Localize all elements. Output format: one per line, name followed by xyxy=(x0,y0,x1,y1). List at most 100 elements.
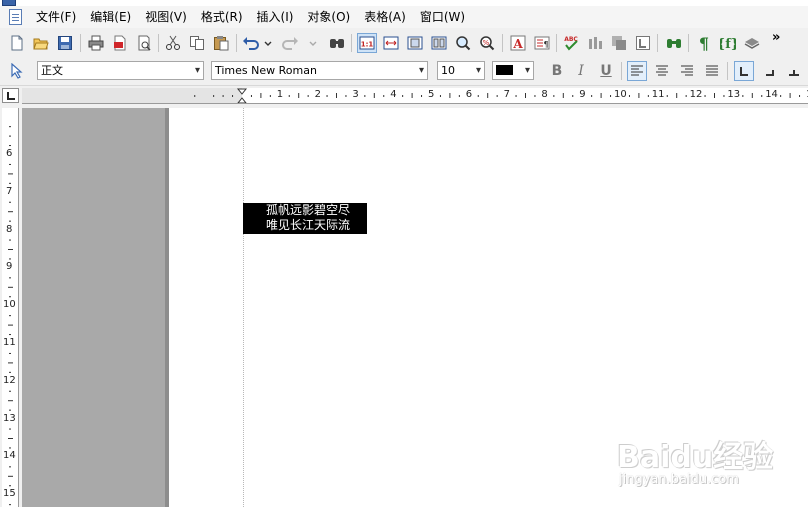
text-frame-icon[interactable] xyxy=(633,33,653,53)
undo-icon[interactable] xyxy=(241,33,273,53)
menu-bar: 文件(F) 编辑(E) 视图(V) 格式(R) 插入(I) 对象(O) 表格(A… xyxy=(0,6,808,28)
bold-button[interactable]: B xyxy=(547,61,567,81)
export-pdf-icon[interactable] xyxy=(110,33,130,53)
svg-text:¶: ¶ xyxy=(543,40,548,49)
paste-icon[interactable] xyxy=(211,33,231,53)
ruler-label: 10 xyxy=(614,89,627,100)
two-page-icon[interactable] xyxy=(429,33,449,53)
chevron-down-icon: ▾ xyxy=(418,65,424,76)
svg-text:¶: ¶ xyxy=(699,35,709,51)
ruler-label: 14 xyxy=(3,450,16,462)
underline-button[interactable]: U xyxy=(596,61,616,81)
vertical-ruler[interactable]: 6 7 8 9 10 11 12 13 14 15 xyxy=(2,108,19,507)
font-family-select[interactable]: Times New Roman ▾ xyxy=(211,61,428,80)
object-icon[interactable] xyxy=(609,33,629,53)
print-preview-icon[interactable] xyxy=(134,33,154,53)
copy-icon[interactable] xyxy=(187,33,207,53)
paragraph-style-select[interactable]: 正文 ▾ xyxy=(37,61,204,80)
text-line: 孤帆远影碧空尽 xyxy=(266,203,351,217)
selected-text-frame[interactable]: 孤帆远影碧空尽 唯见长江天际流 xyxy=(243,203,367,234)
ruler-label: 11 xyxy=(3,337,16,348)
menu-format[interactable]: 格式(R) xyxy=(194,7,250,27)
align-right-button[interactable] xyxy=(677,61,697,81)
watermark-logo: Baidu经验 xyxy=(617,440,774,475)
tab-center-button[interactable] xyxy=(760,61,780,81)
actual-size-icon[interactable]: 1:1 xyxy=(357,33,377,53)
text-color-icon[interactable]: A xyxy=(508,33,528,53)
ruler-label: 14 xyxy=(765,89,778,100)
print-icon[interactable] xyxy=(86,33,106,53)
ruler-label: 10 xyxy=(3,299,16,311)
menu-view[interactable]: 视图(V) xyxy=(138,7,194,27)
indent-marker-icon[interactable] xyxy=(236,88,248,104)
font-color-select[interactable]: ▾ xyxy=(492,61,534,80)
color-swatch xyxy=(496,65,513,75)
ruler-label: 11 xyxy=(651,89,665,100)
ruler-label: 8 xyxy=(541,89,548,100)
ruler-label: 8 xyxy=(6,223,13,235)
menu-object[interactable]: 对象(O) xyxy=(300,7,357,27)
menu-table[interactable]: 表格(A) xyxy=(357,7,413,27)
standard-toolbar: 1:1 % A ¶ ABC ¶ {f} » xyxy=(0,28,808,59)
replace-icon[interactable] xyxy=(664,33,684,53)
align-justify-button[interactable] xyxy=(702,61,722,81)
tab-right-button[interactable] xyxy=(784,61,804,81)
svg-text:A: A xyxy=(512,37,523,51)
redo-icon[interactable] xyxy=(280,33,320,53)
menu-insert[interactable]: 插入(I) xyxy=(250,7,301,27)
field-icon[interactable]: {f} xyxy=(718,33,738,53)
select-pointer-icon[interactable] xyxy=(7,61,27,81)
menu-file[interactable]: 文件(F) xyxy=(29,7,83,27)
ruler-label: 7 xyxy=(6,185,13,197)
single-page-icon[interactable] xyxy=(405,33,425,53)
tab-type-selector[interactable] xyxy=(2,88,19,103)
font-size-select[interactable]: 10 ▾ xyxy=(437,61,485,80)
zoom-percent-icon[interactable]: % xyxy=(477,33,497,53)
column-chart-icon[interactable] xyxy=(585,33,605,53)
ruler-label: 1 xyxy=(276,89,284,100)
ruler-label: 9 xyxy=(6,261,13,273)
text-line: 唯见长江天际流 xyxy=(266,218,351,232)
cut-icon[interactable] xyxy=(163,33,183,53)
svg-text:%: % xyxy=(483,39,490,47)
ruler-label: 5 xyxy=(428,89,435,100)
new-doc-icon[interactable] xyxy=(7,33,27,53)
margin-guide xyxy=(243,108,244,507)
ruler-label: 12 xyxy=(689,89,703,100)
ruler-label: 9 xyxy=(579,89,586,100)
ruler-label: 6 xyxy=(6,148,13,159)
find-icon[interactable] xyxy=(327,33,347,53)
ruler-label: 7 xyxy=(503,89,510,100)
paragraph-icon[interactable]: ¶ xyxy=(532,33,552,53)
spellcheck-icon[interactable]: ABC xyxy=(561,33,581,53)
chevron-down-icon: ▾ xyxy=(194,65,200,76)
ruler-label: 12 xyxy=(3,374,16,386)
ruler-label: 13 xyxy=(3,412,16,424)
open-folder-icon[interactable] xyxy=(31,33,51,53)
layer-icon[interactable] xyxy=(742,33,762,53)
app-icon[interactable] xyxy=(7,9,23,25)
tab-left-button[interactable] xyxy=(734,61,754,81)
ruler-label: 4 xyxy=(390,89,397,100)
save-icon[interactable] xyxy=(55,33,75,53)
baidu-watermark: Baidu经验 jingyan.baidu.com xyxy=(617,420,787,500)
paragraph-mark-icon[interactable]: ¶ xyxy=(694,33,714,53)
watermark-url: jingyan.baidu.com xyxy=(619,472,739,487)
menu-window[interactable]: 窗口(W) xyxy=(413,7,472,27)
italic-button[interactable]: I xyxy=(571,61,591,81)
svg-text:{f}: {f} xyxy=(720,37,736,51)
ruler-label: 2 xyxy=(314,89,321,100)
align-left-button[interactable] xyxy=(627,61,647,81)
menu-edit[interactable]: 编辑(E) xyxy=(83,7,138,27)
svg-text:1:1: 1:1 xyxy=(361,41,374,49)
align-center-button[interactable] xyxy=(652,61,672,81)
toolbar-overflow-button[interactable]: » xyxy=(772,30,780,45)
page-width-icon[interactable] xyxy=(381,33,401,53)
horizontal-ruler[interactable]: 12345678910111213141 xyxy=(22,88,808,104)
zoom-icon[interactable] xyxy=(453,33,473,53)
chevron-down-icon: ▾ xyxy=(475,65,481,76)
ruler-label: 6 xyxy=(465,89,473,100)
format-toolbar: 正文 ▾ Times New Roman ▾ 10 ▾ ▾ B I U xyxy=(0,58,808,86)
ruler-label: 15 xyxy=(3,488,16,500)
chevron-down-icon: ▾ xyxy=(524,65,530,76)
